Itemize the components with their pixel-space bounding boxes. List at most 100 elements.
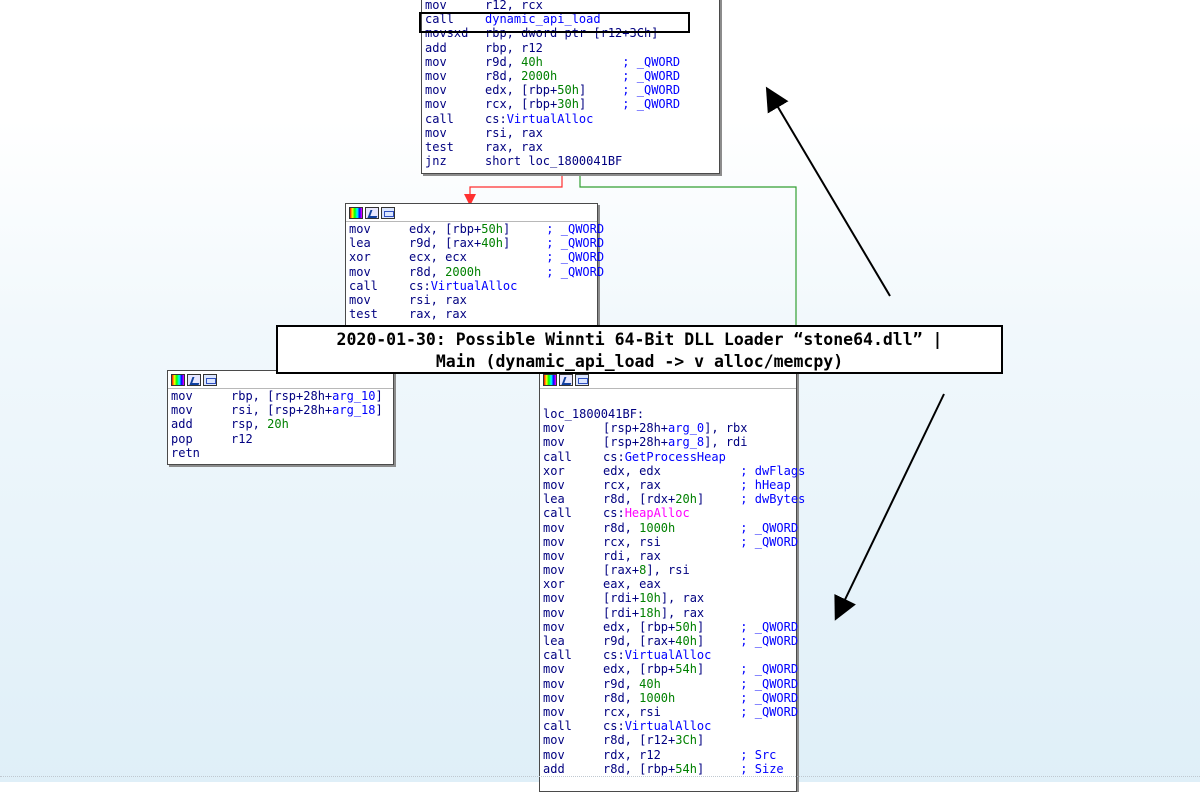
operand: cs:	[603, 449, 625, 464]
operand-suffix: ]	[696, 733, 705, 748]
instruction-line[interactable]: jnz short loc_1800041BF	[425, 154, 716, 168]
operand: [rsp+28h+	[603, 435, 669, 450]
instruction-line[interactable]: mov edx, [rbp+50h] ; _QWORD	[543, 620, 798, 634]
numeric-literal: 30h	[557, 97, 579, 112]
instruction-line[interactable]: mov rbp, [rsp+28h+arg_10]	[171, 389, 390, 403]
instruction-line[interactable]: mov r12, rcx	[425, 0, 716, 12]
numeric-literal: 18h	[639, 605, 661, 620]
comment-padding	[704, 634, 740, 648]
comment-padding	[467, 250, 546, 264]
instruction-line[interactable]: add rsp, 20h	[171, 417, 390, 431]
instruction-line[interactable]: mov [rsp+28h+arg_8], rdi	[543, 435, 793, 449]
comment: ; _QWORD	[740, 634, 799, 648]
instruction-line[interactable]: add rbp, r12	[425, 41, 716, 55]
instruction-line[interactable]: mov [rsp+28h+arg_0], rbx	[543, 421, 793, 435]
instruction-line[interactable]: call cs:VirtualAlloc	[425, 112, 716, 126]
instruction-line[interactable]: mov r9d, 40h ; _QWORD	[425, 55, 716, 69]
operand: rbp, [rsp+28h+	[231, 389, 333, 403]
symbol-reference: VirtualAlloc	[624, 719, 712, 734]
instruction-line[interactable]: lea r9d, [rax+40h] ; _QWORD	[543, 634, 798, 648]
instruction-line[interactable]: mov rdi, rax	[543, 549, 793, 563]
instruction-line[interactable]: test rax, rax	[425, 140, 716, 154]
rename-icon[interactable]	[187, 373, 201, 386]
location-label[interactable]: loc_1800041BF:	[543, 407, 793, 421]
instruction-line[interactable]: xor edx, edx ; dwFlags	[543, 464, 805, 478]
instruction-line[interactable]: mov rcx, [rbp+30h] ; _QWORD	[425, 97, 716, 111]
instruction-line[interactable]: call cs:VirtualAlloc	[543, 719, 793, 733]
instruction-line[interactable]: mov r9d, 40h ; _QWORD	[543, 677, 798, 691]
instruction-line[interactable]: mov edx, [rbp+54h] ; _QWORD	[543, 662, 798, 676]
operand: r8d,	[603, 690, 640, 705]
mnemonic: add	[543, 761, 565, 776]
instruction-line[interactable]: test rax, rax	[349, 307, 594, 321]
instruction-line[interactable]: mov rcx, rax ; hHeap	[543, 478, 793, 492]
instruction-line[interactable]: call cs:HeapAlloc	[543, 506, 793, 520]
instruction-line[interactable]: mov r8d, [r12+3Ch]	[543, 733, 793, 747]
operand: rdi, rax	[603, 548, 661, 563]
instruction-line[interactable]: call cs:VirtualAlloc	[349, 279, 594, 293]
comment-padding	[661, 464, 740, 478]
instruction-list: mov edx, [rbp+50h] ; _QWORD lea r9d, [rax+4…	[346, 222, 604, 321]
code-block-return[interactable]: mov rbp, [rsp+28h+arg_10] mov rsi, [rsp+28h…	[167, 370, 394, 465]
operand: edx, [rbp+	[409, 222, 482, 236]
instruction-line[interactable]: mov [rax+8], rsi	[543, 563, 793, 577]
instruction-line[interactable]: pop r12	[171, 432, 390, 446]
instruction-line[interactable]: mov rsi, rax	[425, 126, 716, 140]
mnemonic: mov	[425, 83, 447, 98]
mnemonic: mov	[543, 605, 565, 620]
instruction-line[interactable]: mov [rdi+10h], rax	[543, 591, 793, 605]
instruction-line[interactable]: mov edx, [rbp+50h] ; _QWORD	[425, 83, 716, 97]
operand-suffix: ], rdi	[704, 435, 748, 450]
mnemonic: lea	[349, 236, 371, 251]
instruction-line[interactable]: mov r8d, 1000h ; _QWORD	[543, 521, 798, 535]
mnemonic: mov	[543, 591, 565, 606]
instruction-line[interactable]: retn	[171, 446, 390, 460]
instruction-line[interactable]: mov r8d, 2000h ; _QWORD	[425, 69, 716, 83]
graph-view-icon[interactable]	[575, 373, 589, 386]
graph-view-icon[interactable]	[203, 373, 217, 386]
operand: cs:	[409, 278, 431, 293]
code-block-true-branch[interactable]: loc_1800041BF: mov [rsp+28h+arg_0], rbx mo…	[539, 370, 805, 792]
comment: ; _QWORD	[740, 704, 799, 719]
comment-padding	[481, 265, 546, 279]
comment-padding	[586, 97, 622, 111]
instruction-line[interactable]: call cs:GetProcessHeap	[543, 450, 793, 464]
mnemonic: jnz	[425, 154, 447, 169]
instruction-line[interactable]: lea r9d, [rax+40h] ; _QWORD	[349, 236, 604, 251]
instruction-list: mov rbp, [rsp+28h+arg_10] mov rsi, [rsp+28h…	[168, 389, 393, 460]
mnemonic: mov	[543, 534, 565, 549]
instruction-line[interactable]: xor eax, eax	[543, 577, 793, 591]
instruction-line[interactable]: lea r8d, [rdx+20h] ; dwBytes	[543, 492, 805, 506]
mnemonic: lea	[543, 634, 565, 648]
mnemonic: call	[349, 278, 378, 293]
instruction-line[interactable]: mov rcx, rsi ; _QWORD	[543, 705, 798, 719]
operand: rax, rax	[485, 139, 543, 154]
operand: [rsp+28h+	[603, 421, 669, 436]
instruction-line[interactable]: mov r8d, 1000h ; _QWORD	[543, 690, 798, 705]
code-block-false-branch[interactable]: mov edx, [rbp+50h] ; _QWORD lea r9d, [rax+4…	[345, 203, 604, 327]
instruction-line[interactable]: mov rsi, rax	[349, 293, 594, 307]
instruction-line[interactable]: mov rcx, rsi ; _QWORD	[543, 534, 798, 549]
rename-icon[interactable]	[365, 206, 379, 219]
operand: rsi, [rsp+28h+	[231, 403, 333, 418]
instruction-line[interactable]: call cs:VirtualAlloc	[543, 648, 793, 662]
instruction-line[interactable]: mov rsi, [rsp+28h+arg_18]	[171, 403, 390, 417]
graph-view-icon[interactable]	[381, 206, 395, 219]
rename-icon[interactable]	[559, 373, 573, 386]
instruction-line[interactable]: mov r8d, 2000h ; _QWORD	[349, 265, 604, 279]
instruction-line[interactable]: xor ecx, ecx ; _QWORD	[349, 250, 604, 264]
mnemonic: mov	[171, 403, 193, 418]
instruction-line[interactable]: mov [rdi+18h], rax	[543, 606, 793, 620]
color-palette-icon[interactable]	[171, 373, 185, 386]
annotation-arrow-up	[765, 86, 891, 297]
instruction-line[interactable]: mov edx, [rbp+50h] ; _QWORD	[349, 222, 604, 236]
comment-padding	[704, 620, 740, 634]
instruction-line[interactable]: add r8d, [rbp+54h] ; Size	[543, 762, 793, 776]
operand: eax, eax	[603, 577, 661, 592]
color-palette-icon[interactable]	[349, 206, 363, 219]
caption-line-1: 2020-01-30: Possible Winnti 64-Bit DLL L…	[336, 330, 943, 349]
instruction-line[interactable]: mov rdx, r12 ; Src	[543, 748, 793, 762]
comment-padding	[661, 748, 740, 762]
color-palette-icon[interactable]	[543, 373, 557, 386]
mnemonic: call	[543, 648, 572, 663]
